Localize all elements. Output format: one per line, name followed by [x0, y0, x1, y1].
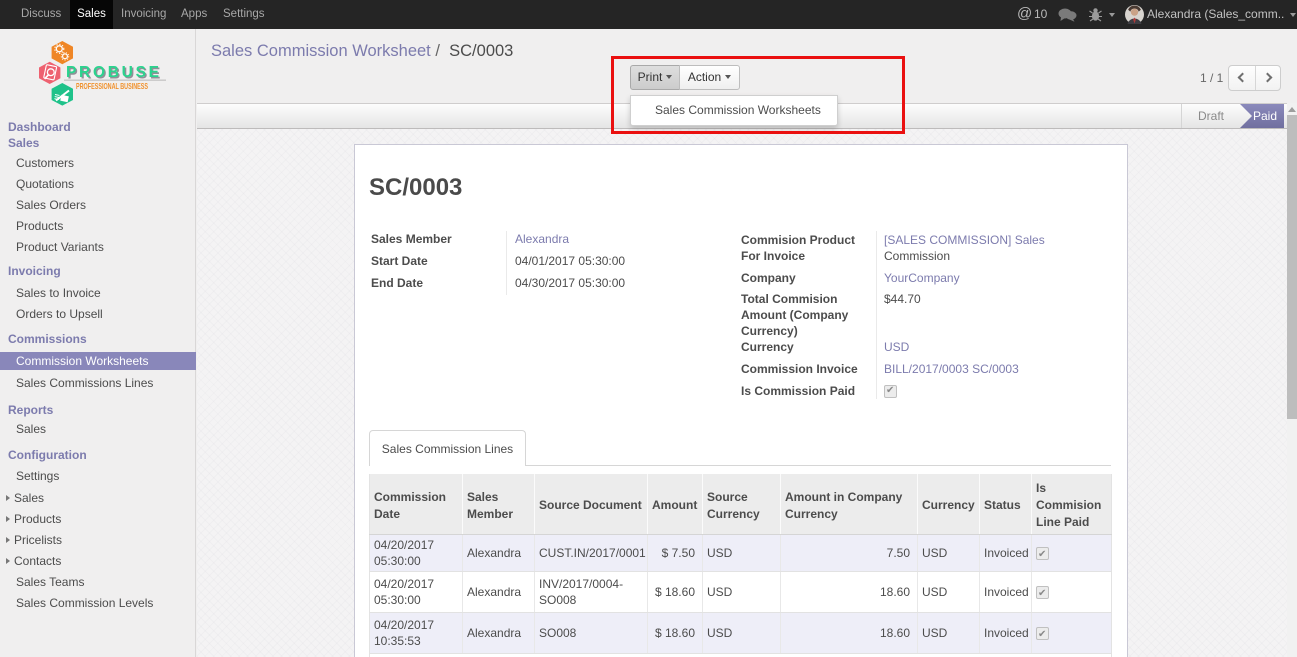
svg-text:PROFESSIONAL BUSINESS: PROFESSIONAL BUSINESS	[76, 82, 148, 91]
svg-text:PROBUSE: PROBUSE	[66, 64, 159, 81]
